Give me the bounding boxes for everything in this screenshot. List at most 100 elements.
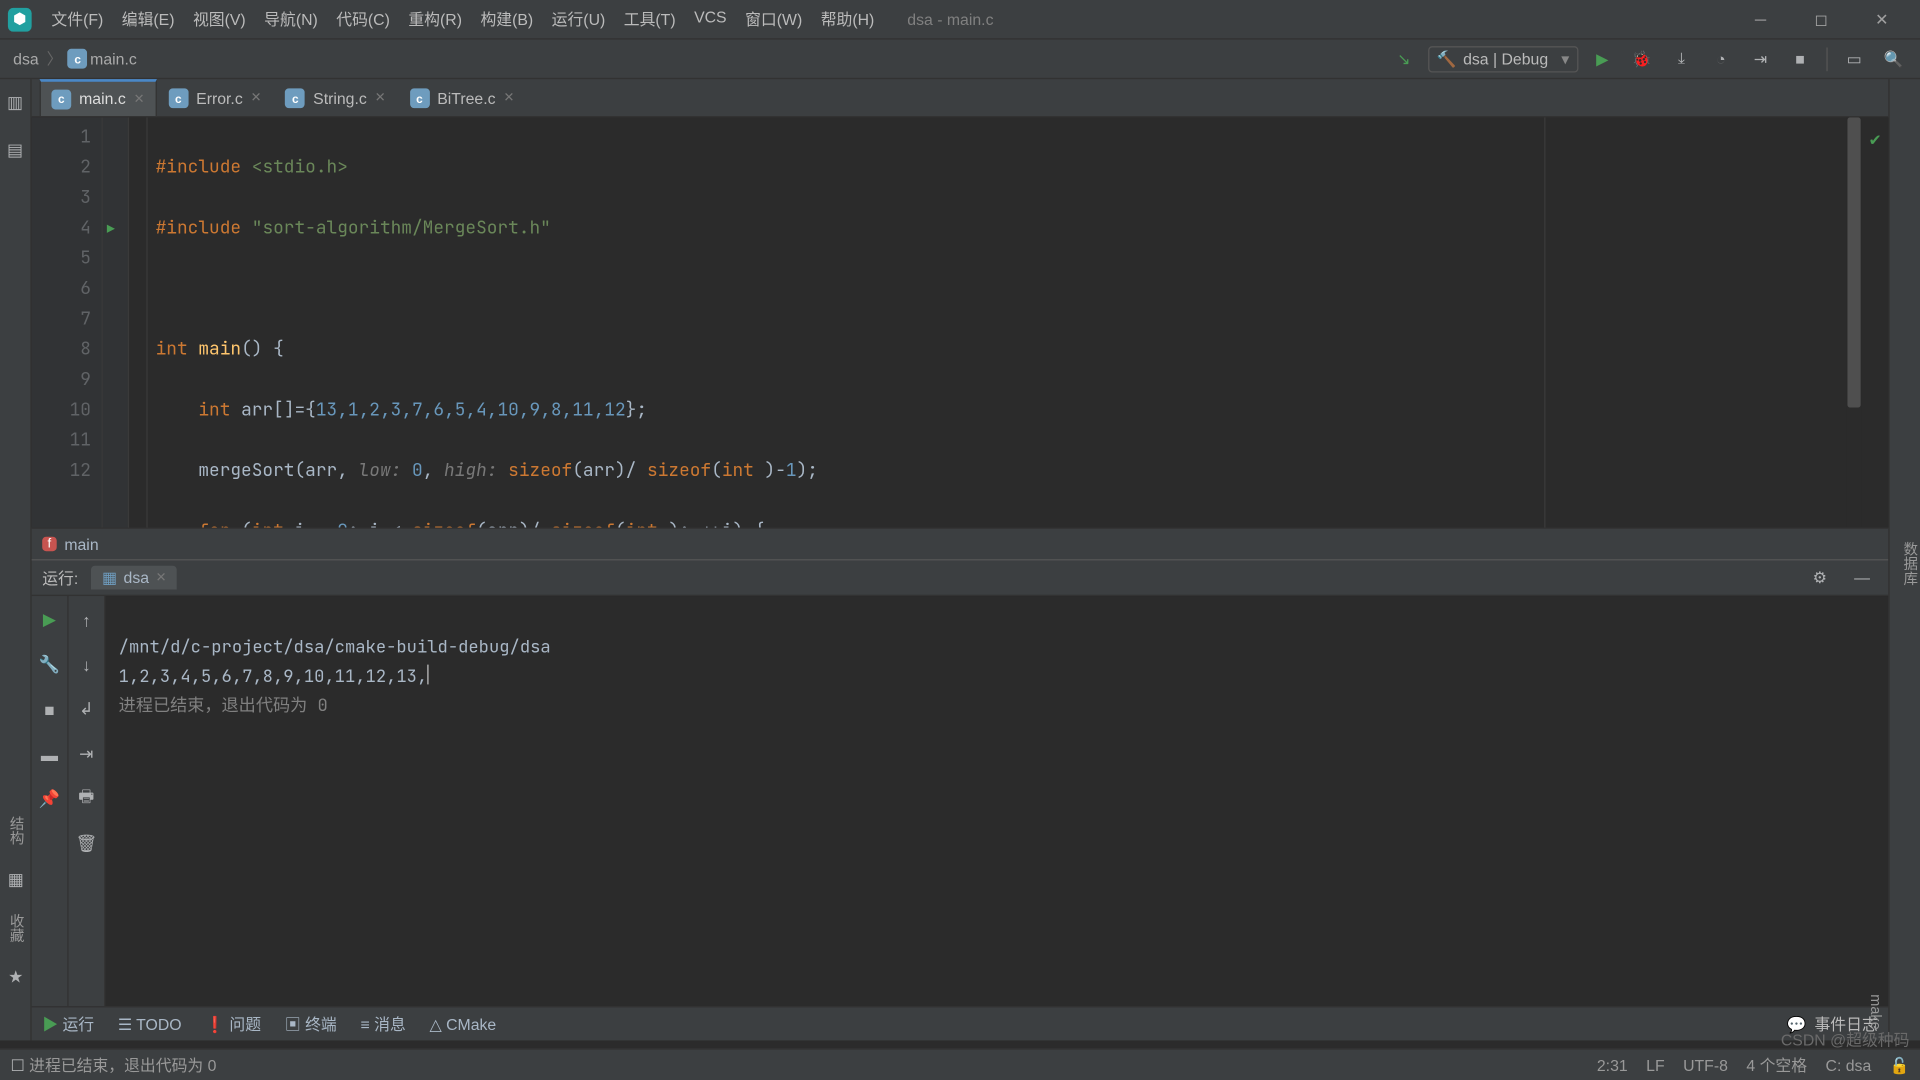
navbar: dsa 〉 c main.c ↘ 🔨 dsa | Debug ▶ 🐞 ⤓ ◔ ⇥… (0, 40, 1920, 80)
structure-tool-icon[interactable]: ▤ (0, 135, 31, 167)
close-icon[interactable]: ✕ (251, 91, 262, 106)
menu-help[interactable]: 帮助(H) (811, 8, 883, 30)
tab-label: main.c (79, 90, 126, 108)
status-line-sep[interactable]: LF (1646, 1056, 1664, 1074)
menu-file[interactable]: 文件(F) (42, 8, 112, 30)
c-file-icon: c (285, 88, 305, 108)
tool-todo[interactable]: ☰ TODO (118, 1015, 182, 1033)
wrench-icon[interactable]: 🔧 (34, 649, 66, 681)
debug-button[interactable]: 🐞 (1626, 43, 1658, 75)
tab-string-c[interactable]: c String.c ✕ (274, 79, 398, 116)
console-result: 1,2,3,4,5,6,7,8,9,10,11,12,13, (119, 665, 428, 687)
breadcrumb-symbol[interactable]: main (64, 535, 98, 553)
code-editor[interactable]: 123456789101112 ▶ #include <stdio.h> #in… (32, 117, 1889, 527)
menu-code[interactable]: 代码(C) (327, 8, 399, 30)
close-icon[interactable]: ✕ (375, 91, 386, 106)
tab-bitree-c[interactable]: cBiTree.c✕ (398, 79, 527, 116)
run-line-icon[interactable]: ▶ (107, 214, 115, 244)
menu-run[interactable]: 运行(U) (542, 8, 614, 30)
close-icon[interactable]: ✕ (134, 92, 145, 107)
close-icon[interactable]: ✕ (503, 91, 514, 106)
right-tab-make[interactable]: make (1867, 994, 1883, 1029)
status-encoding[interactable]: UTF-8 (1683, 1056, 1728, 1074)
search-everywhere-button[interactable]: 🔍 (1878, 43, 1910, 75)
fold-column (129, 117, 147, 527)
tab-label: BiTree.c (437, 89, 495, 107)
layout-button[interactable]: ▭ (1838, 43, 1870, 75)
tool-cmake[interactable]: △ CMake (430, 1015, 497, 1033)
lock-icon[interactable]: 🔓 (1890, 1056, 1910, 1074)
run-tab-label: dsa (124, 568, 150, 586)
inspection-strip: ✔ (1862, 117, 1888, 527)
tool-problems[interactable]: ❗ 问题 (205, 1013, 261, 1035)
sidebar-favorites[interactable]: 收藏 (5, 914, 26, 943)
menu-tools[interactable]: 工具(T) (615, 8, 685, 30)
down-icon[interactable]: ↓ (71, 649, 103, 681)
menu-edit[interactable]: 编辑(E) (113, 8, 184, 30)
main-menu: 文件(F) 编辑(E) 视图(V) 导航(N) 代码(C) 重构(R) 构建(B… (42, 8, 883, 30)
close-icon[interactable]: ✕ (156, 570, 167, 585)
c-file-icon: c (68, 49, 88, 69)
stop-button[interactable]: ■ (1784, 43, 1816, 75)
tab-main-c[interactable]: cmain.c✕ (40, 79, 157, 116)
tab-label: String.c (313, 89, 367, 107)
project-tool-icon[interactable]: ▥ (0, 87, 31, 119)
up-icon[interactable]: ↑ (71, 604, 103, 636)
close-button[interactable]: ✕ (1851, 0, 1912, 39)
sidebar-structure[interactable]: 结构 (5, 816, 26, 845)
settings-icon[interactable]: ⚙ (1804, 562, 1836, 594)
statusbar: ☐ 进程已结束，退出代码为 0 2:31 LF UTF-8 4 个空格 C: d… (0, 1048, 1920, 1080)
menu-build[interactable]: 构建(B) (471, 8, 542, 30)
tool-messages[interactable]: ≡ 消息 (360, 1013, 405, 1035)
crumb-file[interactable]: main.c (88, 49, 140, 67)
menu-nav[interactable]: 导航(N) (255, 8, 327, 30)
stop-icon[interactable]: ■ (34, 694, 66, 726)
run-toolbar-2: ↑ ↓ ↲ ⇥ 🖶 🗑 (69, 596, 106, 1006)
hammer-icon: 🔨 (1437, 49, 1457, 67)
run-tab-dsa[interactable]: ▦ dsa ✕ (91, 566, 177, 590)
layout-icon[interactable]: ▬ (34, 738, 66, 770)
status-indent[interactable]: 4 个空格 (1746, 1054, 1807, 1076)
menu-window[interactable]: 窗口(W) (736, 8, 812, 30)
bottom-tool-row: ▶ 运行 ☰ TODO ❗ 问题 ▣ 终端 ≡ 消息 △ CMake 💬 事件日… (32, 1006, 1889, 1040)
run-toolbar-1: ▶ 🔧 ■ ▬ 📌 (32, 596, 69, 1006)
editor-scrollbar[interactable] (1846, 117, 1862, 527)
menu-vcs[interactable]: VCS (685, 8, 736, 30)
crumb-root[interactable]: dsa (11, 49, 42, 67)
hide-icon[interactable]: — (1846, 562, 1878, 594)
minimize-button[interactable]: ─ (1730, 0, 1791, 39)
editor-tabs: cmain.c✕ cError.c✕ cString.c✕ cBiTree.c✕ (32, 79, 1889, 117)
menu-refactor[interactable]: 重构(R) (399, 8, 471, 30)
status-caret-pos[interactable]: 2:31 (1597, 1056, 1628, 1074)
print-icon[interactable]: 🖶 (71, 783, 103, 815)
soft-wrap-icon[interactable]: ↲ (71, 694, 103, 726)
build-icon[interactable]: ↘ (1388, 43, 1420, 75)
pin-icon[interactable]: 📌 (34, 783, 66, 815)
code-text[interactable]: #include <stdio.h> #include "sort-algori… (148, 117, 1846, 527)
run-button[interactable]: ▶ (1586, 43, 1618, 75)
scroll-end-icon[interactable]: ⇥ (71, 738, 103, 770)
run-panel-title: 运行: (42, 566, 78, 588)
sidebar-star-icon[interactable]: ★ (0, 961, 32, 993)
titlebar: ⬢ 文件(F) 编辑(E) 视图(V) 导航(N) 代码(C) 重构(R) 构建… (0, 0, 1920, 40)
clear-icon[interactable]: 🗑 (71, 828, 103, 860)
run-config-select[interactable]: 🔨 dsa | Debug (1428, 45, 1579, 71)
separator (1826, 47, 1827, 71)
tool-terminal[interactable]: ▣ 终端 (285, 1013, 337, 1035)
line-numbers: 123456789101112 (32, 117, 103, 527)
scroll-thumb[interactable] (1847, 117, 1860, 407)
menu-view[interactable]: 视图(V) (184, 8, 255, 30)
maximize-button[interactable]: ◻ (1791, 0, 1852, 39)
right-tab-db[interactable]: 数据库 (1899, 542, 1920, 586)
coverage-button[interactable]: ⤓ (1665, 43, 1697, 75)
sidebar-btn1[interactable]: ▦ (0, 864, 32, 896)
app-icon: ⬢ (8, 7, 32, 31)
tool-run[interactable]: ▶ 运行 (42, 1013, 94, 1035)
attach-button[interactable]: ⇥ (1745, 43, 1777, 75)
console-exit-msg: 进程已结束，退出代码为 0 (119, 694, 328, 716)
profile-button[interactable]: ◔ (1705, 43, 1737, 75)
rerun-icon[interactable]: ▶ (34, 604, 66, 636)
status-context[interactable]: C: dsa (1826, 1056, 1872, 1074)
console-output[interactable]: /mnt/d/c-project/dsa/cmake-build-debug/d… (105, 596, 1888, 1006)
tab-error-c[interactable]: cError.c✕ (157, 79, 274, 116)
